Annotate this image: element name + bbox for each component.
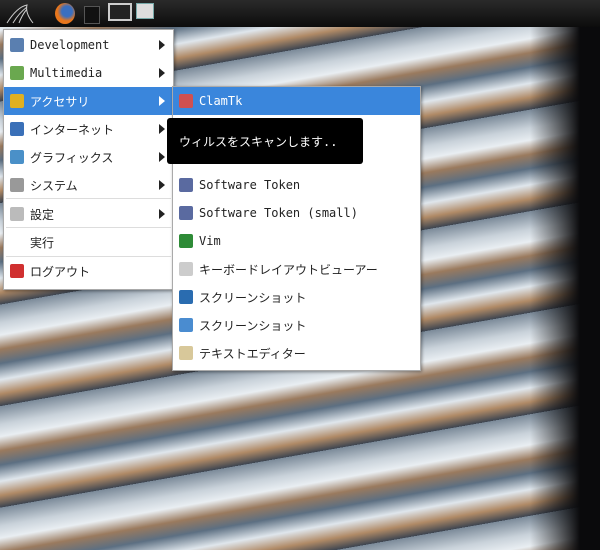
menu-item[interactable]: 設定 xyxy=(4,200,173,228)
chevron-right-icon xyxy=(159,209,165,219)
submenu-item[interactable]: キーボードレイアウトビューアー xyxy=(173,255,420,283)
multimedia-icon xyxy=(10,66,24,80)
clamtk-icon xyxy=(179,94,193,108)
menu-separator xyxy=(6,256,171,257)
token-icon xyxy=(179,178,193,192)
menu-item-label: Development xyxy=(30,38,110,52)
submenu-item[interactable]: Software Token (small) xyxy=(173,199,420,227)
settings-icon xyxy=(10,207,24,221)
menu-item[interactable]: 実行 xyxy=(4,228,173,256)
token-icon xyxy=(179,206,193,220)
menu-item[interactable]: アクセサリ xyxy=(4,87,173,115)
chevron-right-icon xyxy=(159,40,165,50)
development-icon xyxy=(10,38,24,52)
submenu-item-label: キーボードレイアウトビューアー xyxy=(199,262,378,277)
logout-icon xyxy=(10,264,24,278)
menu-item-label: 実行 xyxy=(30,235,55,250)
menu-item[interactable]: Multimedia xyxy=(4,59,173,87)
menu-item[interactable]: Development xyxy=(4,31,173,59)
menu-item-label: システム xyxy=(30,178,78,193)
taskbar xyxy=(0,0,600,27)
menu-separator xyxy=(6,227,171,228)
menu-item-label: 設定 xyxy=(30,207,55,222)
accessories-icon xyxy=(10,94,24,108)
menu-item-label: ログアウト xyxy=(30,264,91,279)
submenu-item-label: スクリーンショット xyxy=(199,290,307,305)
menu-item-label: アクセサリ xyxy=(30,94,90,109)
menu-item-label: グラフィックス xyxy=(30,150,114,165)
internet-icon xyxy=(10,122,24,136)
menu-item-label: Multimedia xyxy=(30,66,103,80)
submenu-item[interactable]: スクリーンショット xyxy=(173,283,420,311)
system-icon xyxy=(10,178,24,192)
submenu-item[interactable]: Vim xyxy=(173,227,420,255)
submenu-item-label: スクリーンショット xyxy=(199,318,307,333)
submenu-item-label: Vim xyxy=(199,234,221,248)
desktop-icon[interactable] xyxy=(108,3,132,21)
start-menu-icon[interactable] xyxy=(5,3,35,24)
submenu-item-label: ClamTk xyxy=(199,94,243,108)
submenu-item[interactable]: テキストエディター xyxy=(173,339,420,367)
menu-item[interactable]: システム xyxy=(4,171,173,199)
text-editor-icon xyxy=(179,346,193,360)
terminal-icon[interactable] xyxy=(84,6,100,24)
chevron-right-icon xyxy=(159,68,165,78)
tooltip: ウィルスをスキャンします.. xyxy=(167,118,363,164)
windows-icon[interactable] xyxy=(136,3,154,19)
menu-separator xyxy=(6,198,171,199)
submenu-item[interactable]: Software Token xyxy=(173,171,420,199)
menu-item[interactable]: インターネット xyxy=(4,115,173,143)
keyboard-icon xyxy=(179,262,193,276)
screenshot-icon xyxy=(179,318,193,332)
firefox-icon[interactable] xyxy=(55,3,75,24)
menu-item-label: インターネット xyxy=(30,122,115,137)
submenu-item[interactable]: ClamTk xyxy=(173,87,420,115)
submenu-item-label: テキストエディター xyxy=(199,346,306,361)
tooltip-text: ウィルスをスキャンします.. xyxy=(179,134,338,149)
chevron-right-icon xyxy=(159,152,165,162)
main-menu: Development Multimedia アクセサリインターネット グラフィックス… xyxy=(3,29,174,290)
submenu-item-label: Software Token xyxy=(199,178,301,192)
chevron-right-icon xyxy=(159,96,165,106)
screenshot-icon xyxy=(179,290,193,304)
submenu-item-label: Software Token (small) xyxy=(199,206,358,220)
menu-item[interactable]: グラフィックス xyxy=(4,143,173,171)
chevron-right-icon xyxy=(159,180,165,190)
graphics-icon xyxy=(10,150,24,164)
menu-item[interactable]: ログアウト xyxy=(4,257,173,285)
vim-icon xyxy=(179,234,193,248)
chevron-right-icon xyxy=(159,124,165,134)
submenu-item[interactable]: スクリーンショット xyxy=(173,311,420,339)
blank-icon xyxy=(10,235,24,249)
